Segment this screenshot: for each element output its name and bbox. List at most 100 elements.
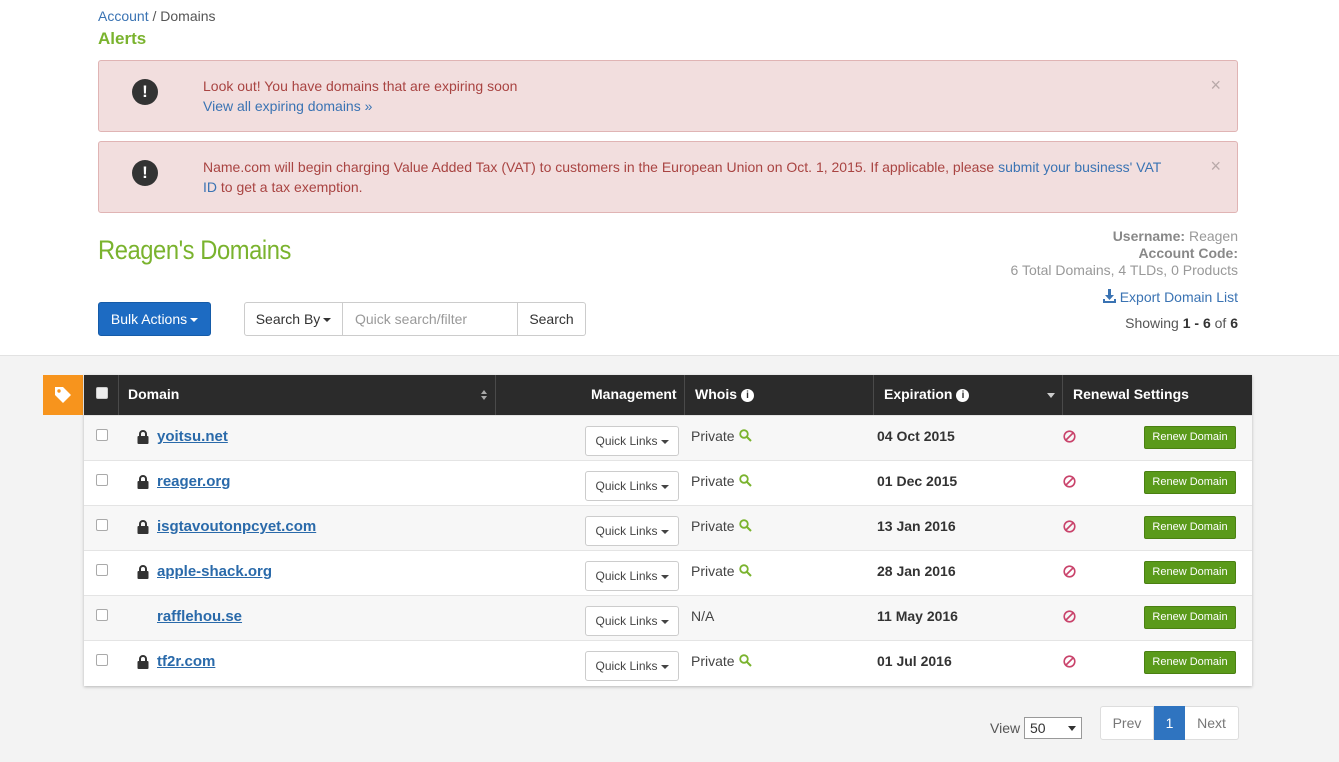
quick-links-dropdown[interactable]: Quick Links [585,606,679,636]
alert-text: Name.com will begin charging Value Added… [203,159,999,175]
sort-icon[interactable] [480,389,488,401]
quick-links-label: Quick Links [595,614,658,628]
magnifier-icon[interactable] [738,429,752,442]
quick-links-dropdown[interactable]: Quick Links [585,471,679,501]
auto-renew-off-icon[interactable] [1063,565,1076,578]
search-button[interactable]: Search [518,302,586,336]
page-title: Reagen's Domains [98,235,291,265]
renew-domain-button[interactable]: Renew Domain [1144,426,1236,449]
domain-link[interactable]: apple-shack.org [157,563,272,580]
whois-value: N/A [691,608,715,624]
domain-link[interactable]: rafflehou.se [157,608,242,625]
expiration-date: 13 Jan 2016 [877,518,956,534]
quick-links-dropdown[interactable]: Quick Links [585,561,679,591]
next-page-button[interactable]: Next [1185,706,1239,740]
search-group: Search By Search [244,302,586,336]
export-domain-list-link[interactable]: Export Domain List [1102,289,1238,305]
renew-domain-button[interactable]: Renew Domain [1144,516,1236,539]
row-checkbox[interactable] [96,654,108,666]
domain-link[interactable]: yoitsu.net [157,428,228,445]
info-icon[interactable]: i [956,389,970,402]
header-renewal: Renewal Settings [1073,386,1189,402]
lock-icon [137,520,149,534]
table-row: isgtavoutonpcyet.com Quick Links Private 13… [84,505,1252,550]
export-label: Export Domain List [1119,289,1238,305]
quick-search-input[interactable] [343,302,518,336]
row-checkbox[interactable] [96,519,108,531]
auto-renew-off-icon[interactable] [1063,655,1076,668]
auto-renew-off-icon[interactable] [1063,475,1076,488]
whois-value: Private [691,563,735,579]
showing-range: 1 - 6 [1182,315,1211,331]
alert-expiring: ! Look out! You have domains that are ex… [98,60,1238,132]
username-label: Username: [1112,228,1186,244]
chevron-down-icon [660,619,669,624]
quick-links-dropdown[interactable]: Quick Links [585,426,679,456]
showing-total: 6 [1230,315,1238,331]
exclamation-icon: ! [132,160,158,186]
breadcrumb-current: Domains [160,8,216,24]
header-domain[interactable]: Domain [128,375,179,415]
row-checkbox[interactable] [96,564,108,576]
row-checkbox[interactable] [96,429,108,441]
domain-link[interactable]: reager.org [157,473,230,490]
whois-value: Private [691,518,735,534]
renew-domain-button[interactable]: Renew Domain [1144,606,1236,629]
sort-desc-icon[interactable] [1047,393,1055,398]
magnifier-icon[interactable] [738,654,752,667]
header-expiration[interactable]: Expiration i [884,375,970,415]
quick-links-dropdown[interactable]: Quick Links [585,651,679,681]
auto-renew-off-icon[interactable] [1063,430,1076,443]
magnifier-icon[interactable] [738,519,752,532]
header-management: Management [591,386,677,402]
page-1-button[interactable]: 1 [1154,706,1185,740]
magnifier-icon[interactable] [738,564,752,577]
whois-status: Private [691,563,752,579]
chevron-down-icon [660,484,669,489]
quick-links-dropdown[interactable]: Quick Links [585,516,679,546]
tag-button[interactable] [43,375,83,415]
header-divider [1062,375,1063,415]
page-size-value: 50 [1030,720,1046,736]
expiration-date: 01 Dec 2015 [877,473,958,489]
magnifier-icon[interactable] [738,474,752,487]
header-whois-label: Whois [695,386,737,402]
renew-domain-button[interactable]: Renew Domain [1144,561,1236,584]
chevron-down-icon [660,439,669,444]
header-divider [495,375,496,415]
tag-icon [55,387,71,403]
view-expiring-link[interactable]: View all expiring domains » [203,98,372,114]
bulk-actions-button[interactable]: Bulk Actions [98,302,211,336]
table-row: reager.org Quick Links Private 01 Dec 2015 R… [84,460,1252,505]
auto-renew-off-icon[interactable] [1063,520,1076,533]
account-code-label: Account Code: [1138,245,1238,261]
view-label: View [990,720,1021,736]
header-whois: Whois i [695,375,754,415]
domain-link[interactable]: tf2r.com [157,653,215,670]
table-row: yoitsu.net Quick Links Private 04 Oct 2015 R… [84,415,1252,460]
breadcrumb-account-link[interactable]: Account [98,8,149,24]
auto-renew-off-icon[interactable] [1063,610,1076,623]
domain-link[interactable]: isgtavoutonpcyet.com [157,518,316,535]
close-icon[interactable]: × [1210,157,1221,175]
search-by-dropdown[interactable]: Search By [244,302,343,336]
renew-domain-button[interactable]: Renew Domain [1144,471,1236,494]
chevron-down-icon [660,574,669,579]
breadcrumb-separator: / [148,8,161,24]
info-icon[interactable]: i [741,389,754,402]
account-info: Username: Reagen Account Code: 6 Total D… [1011,228,1238,279]
breadcrumb: Account / Domains [98,8,216,24]
close-icon[interactable]: × [1210,76,1221,94]
prev-page-button[interactable]: Prev [1100,706,1154,740]
header-divider [684,375,685,415]
table-row: apple-shack.org Quick Links Private 28 Jan … [84,550,1252,595]
row-checkbox[interactable] [96,609,108,621]
showing-of: of [1210,315,1231,331]
page-size-select[interactable]: 50 [1024,717,1082,739]
lock-icon [137,655,149,669]
bulk-actions-label: Bulk Actions [110,311,188,327]
whois-status: Private [691,518,752,534]
renew-domain-button[interactable]: Renew Domain [1144,651,1236,674]
select-all-checkbox[interactable] [96,387,108,399]
row-checkbox[interactable] [96,474,108,486]
